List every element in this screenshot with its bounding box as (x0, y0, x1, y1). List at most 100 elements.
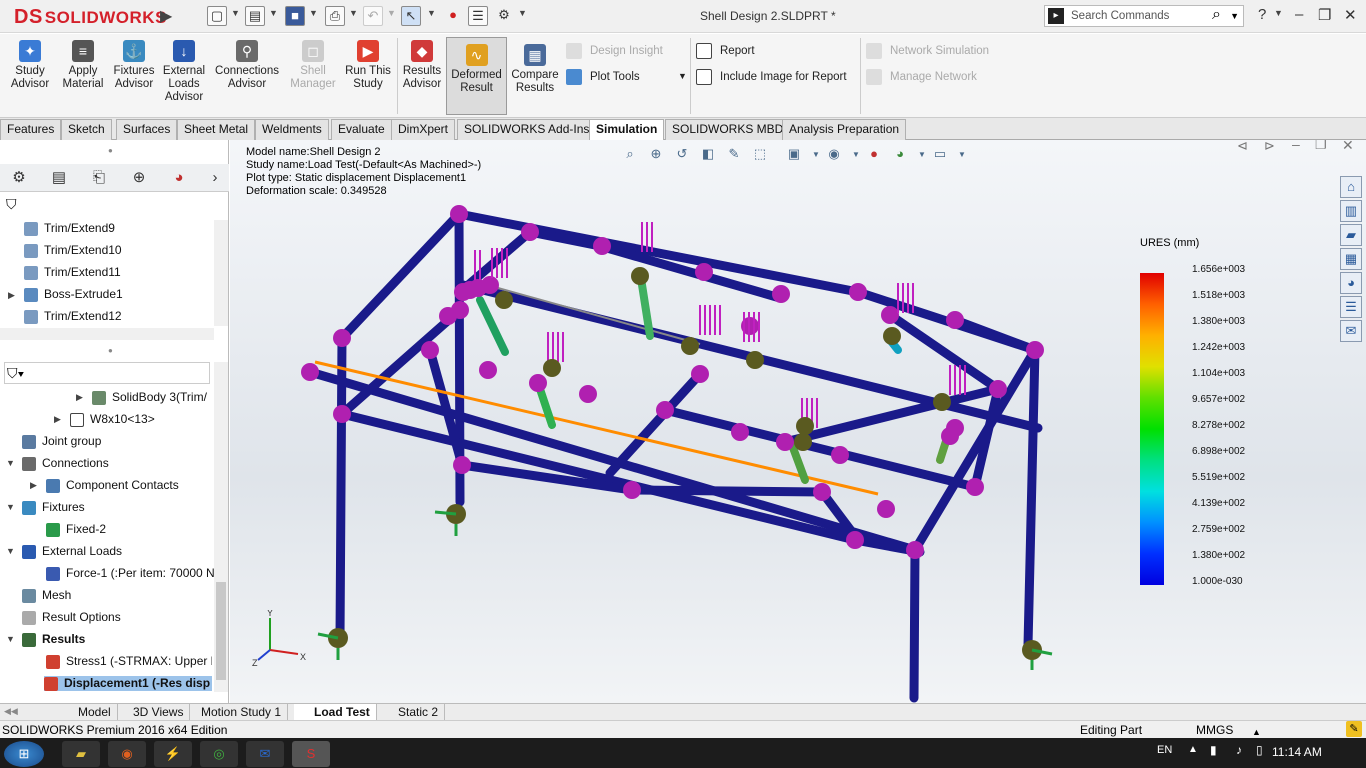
include-image-button[interactable]: Include Image for Report (696, 69, 847, 85)
tree-item-fixed-2[interactable]: Fixed-2 (46, 522, 214, 537)
help-button[interactable]: ? (1258, 6, 1266, 23)
search-dropdown-icon[interactable]: ▼ (1230, 11, 1239, 21)
new-dropdown-icon[interactable]: ▼ (231, 8, 240, 18)
study-advisor-button[interactable]: ✦ Study Advisor (6, 38, 54, 91)
tree-item-solidbody3[interactable]: SolidBody 3(Trim/ (92, 390, 214, 405)
custom-properties-icon[interactable]: ☰ (1340, 296, 1362, 318)
tree-item-mesh[interactable]: Mesh (22, 588, 212, 603)
tree-item-result-options[interactable]: Result Options (22, 610, 212, 625)
undo-icon[interactable]: ↶ (363, 6, 383, 26)
collapse-arrow-icon[interactable]: ▼ (6, 634, 15, 644)
collapse-arrow-icon[interactable]: ▼ (6, 458, 15, 468)
deformed-result-button[interactable]: ∿ Deformed Result (447, 42, 506, 95)
plot-tools-dropdown-icon[interactable]: ▼ (678, 71, 687, 81)
expand-arrow-icon[interactable]: ▶ (76, 392, 83, 403)
tab-load-test[interactable]: Load Test (294, 704, 377, 721)
filter-dropdown-icon[interactable]: ⛉▾ (7, 365, 24, 382)
connections-advisor-button[interactable]: ⚲ Connections Advisor (210, 38, 284, 91)
tree-item-stress1[interactable]: Stress1 (-STRMAX: Upper b (46, 654, 212, 669)
report-button[interactable]: Report (696, 43, 755, 59)
expand-arrow-icon[interactable]: ▶ (8, 290, 15, 301)
firefox-taskbar-icon[interactable]: ◉ (108, 741, 146, 767)
tree-item-results[interactable]: Results (22, 632, 212, 647)
compare-results-button[interactable]: ▦ Compare Results (509, 42, 561, 95)
tab-sheet-metal[interactable]: Sheet Metal (177, 119, 256, 140)
new-document-icon[interactable]: ▢ (207, 6, 227, 26)
scrollbar-thumb[interactable] (216, 582, 226, 680)
undo-dropdown-icon[interactable]: ▼ (387, 8, 396, 18)
tab-simulation[interactable]: Simulation (589, 119, 665, 140)
volume-tray-icon[interactable]: ♪ (1236, 743, 1242, 757)
minimize-window-icon[interactable]: – (1295, 6, 1303, 23)
collapse-arrow-icon[interactable]: ▼ (6, 502, 15, 512)
apply-material-button[interactable]: ≡ Apply Material (58, 38, 108, 91)
tab-features[interactable]: Features (0, 119, 62, 140)
filter-icon[interactable]: ⛉ (6, 196, 17, 213)
network-tray-icon[interactable]: ▮ (1210, 743, 1217, 757)
manage-network-button[interactable]: Manage Network (866, 69, 977, 85)
design-insight-button[interactable]: Design Insight (566, 43, 663, 59)
tree-item-boss-extrude1[interactable]: Boss-Extrude1 (24, 287, 214, 302)
solidworks-taskbar-icon[interactable]: S (292, 741, 330, 767)
search-icon[interactable]: ⌕ (1212, 6, 1221, 24)
print-dropdown-icon[interactable]: ▼ (349, 8, 358, 18)
tree-filter-input[interactable]: ⛉▾ (4, 362, 210, 384)
external-loads-advisor-button[interactable]: ↓ External Loads Advisor (160, 38, 208, 104)
viewport-collapse-icon[interactable]: ⊲ (1237, 140, 1248, 154)
expand-arrow-icon[interactable]: ▶ (30, 480, 37, 491)
select-dropdown-icon[interactable]: ▼ (427, 8, 436, 18)
rebuild-traffic-light-icon[interactable]: ● (443, 6, 463, 26)
shell-manager-button[interactable]: ◻ Shell Manager (286, 38, 340, 91)
tree-item-displacement1[interactable]: Displacement1 (-Res disp (44, 676, 212, 691)
graphics-area[interactable]: Model name:Shell Design 2 Study name:Loa… (230, 140, 1366, 703)
forum-icon[interactable]: ✉ (1340, 320, 1362, 342)
tab-addins[interactable]: SOLIDWORKS Add-Ins (457, 119, 597, 140)
expand-arrow-icon[interactable]: ▶ (54, 414, 61, 425)
tab-dimxpert[interactable]: DimXpert (391, 119, 456, 140)
select-pointer-icon[interactable]: ↖ (401, 6, 421, 26)
app-taskbar-icon[interactable]: ⚡ (154, 741, 192, 767)
solidworks-resources-icon[interactable]: ⌂ (1340, 176, 1362, 198)
open-dropdown-icon[interactable]: ▼ (269, 8, 278, 18)
solidworks-logo[interactable]: DS SOLIDWORKS (14, 6, 167, 29)
file-explorer-icon[interactable]: ▰ (1340, 224, 1362, 246)
tab-mbd[interactable]: SOLIDWORKS MBD (665, 119, 791, 140)
tab-weldments[interactable]: Weldments (255, 119, 329, 140)
clock[interactable]: 11:14 AM (1272, 745, 1322, 759)
frame-model-svg[interactable] (230, 140, 1130, 703)
tab-motion-study[interactable]: Motion Study 1 (195, 704, 289, 721)
tab-evaluate[interactable]: Evaluate (331, 119, 392, 140)
tree-item-connections[interactable]: Connections (22, 456, 212, 471)
tree-item-w8x10[interactable]: W8x10<13> (70, 412, 214, 427)
collapse-arrow-icon[interactable]: ▼ (6, 546, 15, 556)
fixtures-advisor-button[interactable]: ⚓ Fixtures Advisor (110, 38, 158, 91)
feature-manager-tab-icon[interactable]: ⚙ (4, 167, 34, 189)
dimxpert-manager-tab-icon[interactable]: ⊕ (124, 167, 154, 189)
language-indicator[interactable]: EN (1157, 744, 1172, 756)
tree-item-component-contacts[interactable]: Component Contacts (46, 478, 214, 493)
search-commands-input[interactable]: ▸ Search Commands ⌕ ▼ (1044, 5, 1244, 27)
configuration-manager-tab-icon[interactable]: ⎗ (84, 167, 114, 189)
tree-item-joint-group[interactable]: Joint group (22, 434, 212, 449)
options-dropdown-icon[interactable]: ▼ (518, 8, 527, 18)
splitter-dot-icon[interactable]: ● (108, 346, 113, 355)
tree-item-fixtures[interactable]: Fixtures (22, 500, 212, 515)
restore-window-icon[interactable]: ❐ (1318, 6, 1331, 24)
tree-item-force-1[interactable]: Force-1 (:Per item: 70000 N (46, 566, 214, 581)
splitter-dot-icon[interactable]: ● (108, 146, 113, 155)
file-explorer-taskbar-icon[interactable]: ▰ (62, 741, 100, 767)
outlook-taskbar-icon[interactable]: ✉ (246, 741, 284, 767)
scrollbar-horizontal[interactable] (0, 328, 214, 340)
viewport-minimize-icon[interactable]: – (1292, 140, 1300, 152)
units-selector[interactable]: MMGS (1196, 722, 1233, 739)
tab-scroll-left-icon[interactable]: ◀◀ (4, 706, 18, 717)
file-properties-icon[interactable]: ☰ (468, 6, 488, 26)
open-folder-icon[interactable]: ▤ (245, 6, 265, 26)
tab-surfaces[interactable]: Surfaces (116, 119, 178, 140)
appearances-scenes-icon[interactable]: ◕ (1340, 272, 1362, 294)
save-icon[interactable]: ■ (285, 6, 305, 26)
tab-model[interactable]: Model (72, 704, 118, 721)
tree-item-trim-extend11[interactable]: Trim/Extend11 (24, 265, 214, 280)
network-simulation-button[interactable]: Network Simulation (866, 43, 989, 59)
close-window-icon[interactable]: ✕ (1344, 6, 1357, 24)
